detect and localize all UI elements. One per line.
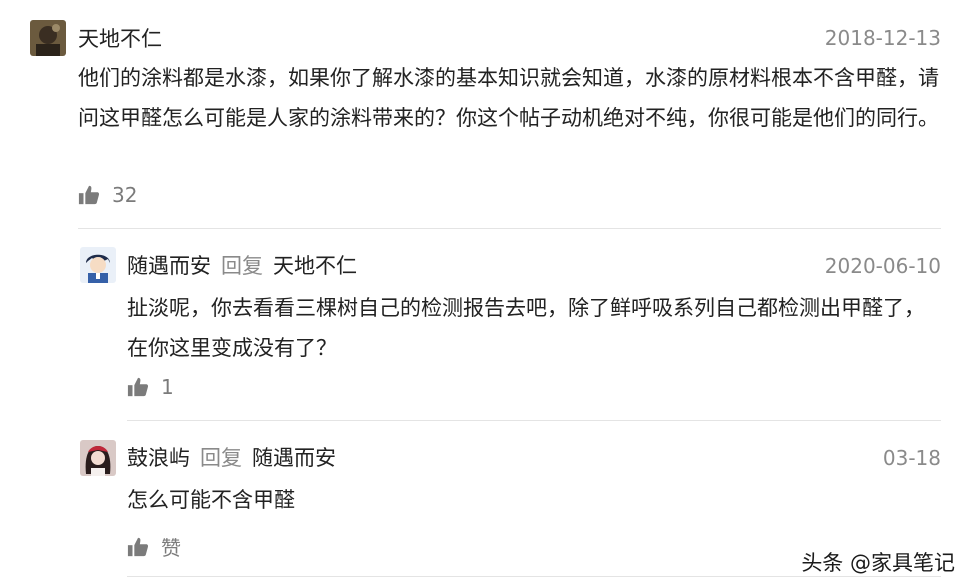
like-count: 32 [112, 183, 138, 207]
comment-author-line: 鼓浪屿 回复 随遇而安 [127, 444, 336, 472]
comment-date: 2018-12-13 [824, 26, 941, 50]
comment-date: 2020-06-10 [824, 254, 941, 278]
anime-boy-avatar-icon [80, 247, 116, 283]
like-button[interactable]: 32 [78, 183, 137, 207]
watermark: 头条 @家具笔记 [801, 551, 955, 575]
thumbs-up-icon [127, 377, 149, 397]
reply-label: 回复 [200, 446, 242, 470]
author-name[interactable]: 随遇而安 [127, 254, 211, 278]
thumbs-up-icon [127, 537, 149, 556]
author-name[interactable]: 天地不仁 [78, 27, 162, 51]
thumbs-up-icon [78, 185, 100, 205]
reply-target-name[interactable]: 天地不仁 [273, 254, 357, 278]
comment-author-line: 天地不仁 [78, 25, 162, 53]
comment-text: 怎么可能不含甲醛 [127, 488, 295, 512]
avatar[interactable] [80, 440, 116, 476]
comment-text: 他们的涂料都是水漆，如果你了解水漆的基本知识就会知道，水漆的原材料根本不含甲醛，… [78, 66, 939, 130]
comment-author-line: 随遇而安 回复 天地不仁 [127, 252, 357, 280]
comment-date: 03-18 [882, 446, 941, 470]
comment-text: 扯淡呢，你去看看三棵树自己的检测报告去吧，除了鲜呼吸系列自己都检测出甲醛了，在你… [127, 296, 925, 360]
like-button[interactable]: 1 [127, 375, 174, 399]
brown-portrait-avatar-icon [30, 20, 66, 56]
like-label: 赞 [161, 536, 181, 560]
like-button[interactable]: 赞 [127, 532, 181, 561]
divider [127, 420, 941, 421]
author-name[interactable]: 鼓浪屿 [127, 446, 190, 470]
divider [78, 228, 941, 229]
avatar[interactable] [80, 247, 116, 283]
reply-label: 回复 [221, 254, 263, 278]
avatar[interactable] [30, 20, 66, 56]
reply-target-name[interactable]: 随遇而安 [252, 446, 336, 470]
girl-portrait-avatar-icon [80, 440, 116, 476]
like-count: 1 [161, 375, 174, 399]
